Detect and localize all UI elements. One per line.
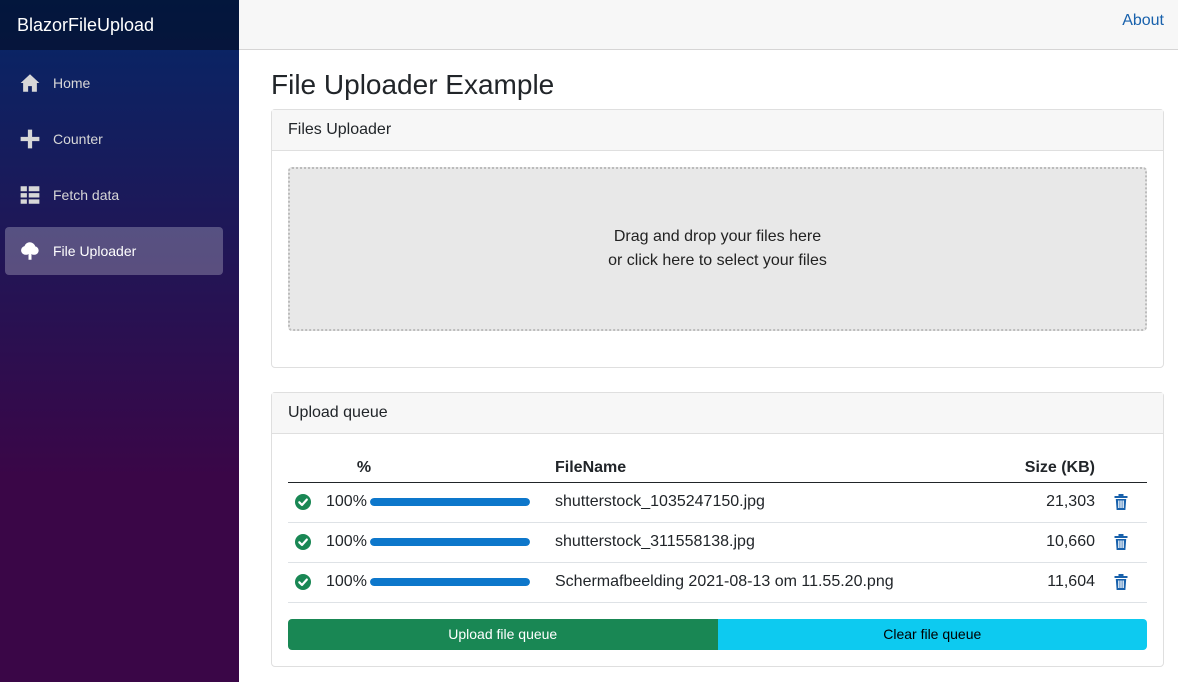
plus-icon	[20, 129, 40, 149]
brand-title[interactable]: BlazorFileUpload	[17, 15, 154, 36]
sidebar: BlazorFileUpload Home Counter Fetch data…	[0, 0, 239, 682]
column-header-size: Size (KB)	[965, 450, 1095, 483]
nav-item-fetch-data[interactable]: Fetch data	[5, 171, 223, 219]
about-link[interactable]: About	[1122, 12, 1164, 30]
nav-item-label: Counter	[53, 131, 103, 147]
trash-icon[interactable]	[1095, 562, 1147, 603]
trash-icon[interactable]	[1095, 482, 1147, 523]
file-name: shutterstock_1035247150.jpg	[545, 482, 965, 523]
check-circle-icon	[288, 482, 318, 523]
nav-item-label: Fetch data	[53, 187, 120, 203]
brand-bar: BlazorFileUpload	[0, 0, 239, 50]
top-row: About	[239, 0, 1178, 50]
page-title: File Uploader Example	[271, 69, 555, 100]
file-size: 21,303	[965, 482, 1095, 523]
table-row: 100% Schermafbeelding 2021-08-13 om 11.5…	[288, 562, 1147, 603]
card-header: Upload queue	[272, 393, 1163, 434]
file-size: 11,604	[965, 562, 1095, 603]
nav-item-home[interactable]: Home	[5, 59, 223, 107]
upload-queue-table: % FileName Size (KB) 100% shutterstock_1…	[288, 450, 1147, 603]
progress-bar-fill	[370, 498, 530, 506]
progress-bar	[370, 538, 530, 546]
check-circle-icon	[288, 562, 318, 603]
upload-queue-card: Upload queue % FileName Size (KB) 100% s…	[271, 392, 1164, 667]
progress-bar-fill	[370, 538, 530, 546]
progress-percent: 100%	[318, 522, 370, 563]
list-icon	[20, 185, 40, 205]
main-content: File Uploader Example Files Uploader Dra…	[271, 50, 1164, 667]
dropzone-line-2: or click here to select your files	[608, 252, 827, 269]
progress-bar	[370, 578, 530, 586]
dropzone-line-1: Drag and drop your files here	[613, 228, 822, 245]
nav-menu: Home Counter Fetch data File Uploader	[0, 50, 239, 275]
nav-item-label: File Uploader	[53, 243, 137, 259]
nav-item-label: Home	[53, 75, 91, 91]
trash-icon[interactable]	[1095, 522, 1147, 563]
clear-file-queue-button[interactable]: Clear file queue	[717, 618, 1147, 650]
nav-item-file-uploader[interactable]: File Uploader	[5, 227, 223, 275]
column-header-filename: FileName	[545, 450, 965, 483]
file-dropzone[interactable]: Drag and drop your files here or click h…	[288, 167, 1147, 331]
home-icon	[20, 73, 40, 93]
file-name: Schermafbeelding 2021-08-13 om 11.55.20.…	[545, 562, 965, 603]
table-row: 100% shutterstock_1035247150.jpg 21,303	[288, 482, 1147, 523]
progress-bar-fill	[370, 578, 530, 586]
table-row: 100% shutterstock_311558138.jpg 10,660	[288, 522, 1147, 563]
column-header-percent: %	[318, 450, 371, 483]
check-circle-icon	[288, 522, 318, 563]
upload-file-queue-button[interactable]: Upload file queue	[288, 618, 718, 650]
card-header: Files Uploader	[272, 110, 1163, 151]
progress-percent: 100%	[318, 482, 370, 523]
files-uploader-card: Files Uploader Drag and drop your files …	[271, 109, 1164, 368]
progress-percent: 100%	[318, 562, 370, 603]
nav-item-counter[interactable]: Counter	[5, 115, 223, 163]
cloud-upload-icon	[20, 241, 40, 261]
file-name: shutterstock_311558138.jpg	[545, 522, 965, 563]
table-header-row: % FileName Size (KB)	[288, 450, 1147, 483]
progress-bar	[370, 498, 530, 506]
file-size: 10,660	[965, 522, 1095, 563]
queue-button-group: Upload file queue Clear file queue	[288, 618, 1147, 650]
